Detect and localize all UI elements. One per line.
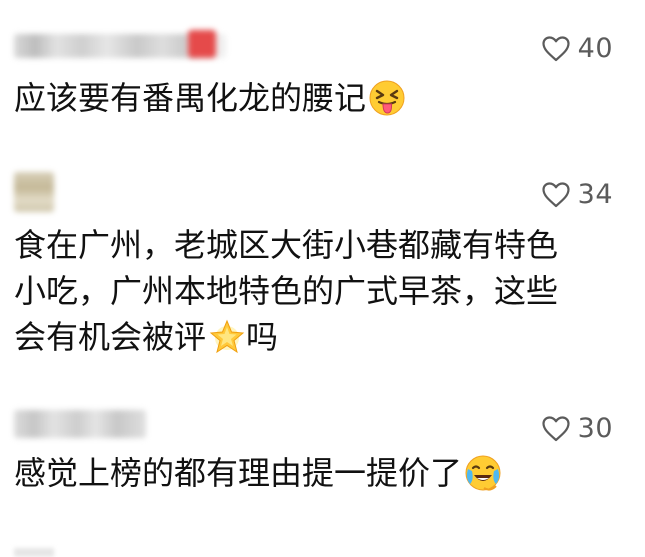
like-count: 30	[577, 413, 613, 444]
like-count: 40	[577, 33, 613, 64]
comment-line: 小吃，广州本地特色的广式早茶，这些	[14, 272, 559, 310]
loudly-crying-laughing-emoji-icon	[464, 454, 502, 492]
comment-text: 感觉上榜的都有理由提一提价了	[14, 450, 614, 496]
like-button[interactable]: 34	[542, 180, 613, 210]
like-button[interactable]: 40	[542, 34, 613, 64]
comment-line: 食在广州，老城区大街小巷都藏有特色	[14, 226, 559, 264]
heart-icon	[542, 182, 570, 208]
blurred-avatar	[14, 172, 54, 212]
comment-text: 食在广州，老城区大街小巷都藏有特色 小吃，广州本地特色的广式早茶，这些 会有机会…	[14, 222, 614, 360]
heart-icon	[542, 36, 570, 62]
blurred-avatar-badge	[188, 30, 216, 58]
comment-line: 会有机会被评 吗	[14, 314, 614, 360]
glowing-star-emoji-icon	[208, 318, 246, 356]
comment-body: 感觉上榜的都有理由提一提价了	[14, 454, 463, 492]
comment-body: 应该要有番禺化龙的腰记	[14, 79, 367, 117]
like-count: 34	[577, 179, 613, 210]
squinting-tongue-emoji-icon	[368, 79, 406, 117]
like-button[interactable]: 30	[542, 414, 613, 444]
next-comment-stub	[14, 548, 54, 557]
comment-fragment: 吗	[246, 318, 279, 356]
comment-text: 应该要有番禺化龙的腰记	[14, 75, 614, 121]
heart-icon	[542, 416, 570, 442]
blurred-username	[14, 410, 146, 438]
comment-fragment: 会有机会被评	[14, 318, 207, 356]
